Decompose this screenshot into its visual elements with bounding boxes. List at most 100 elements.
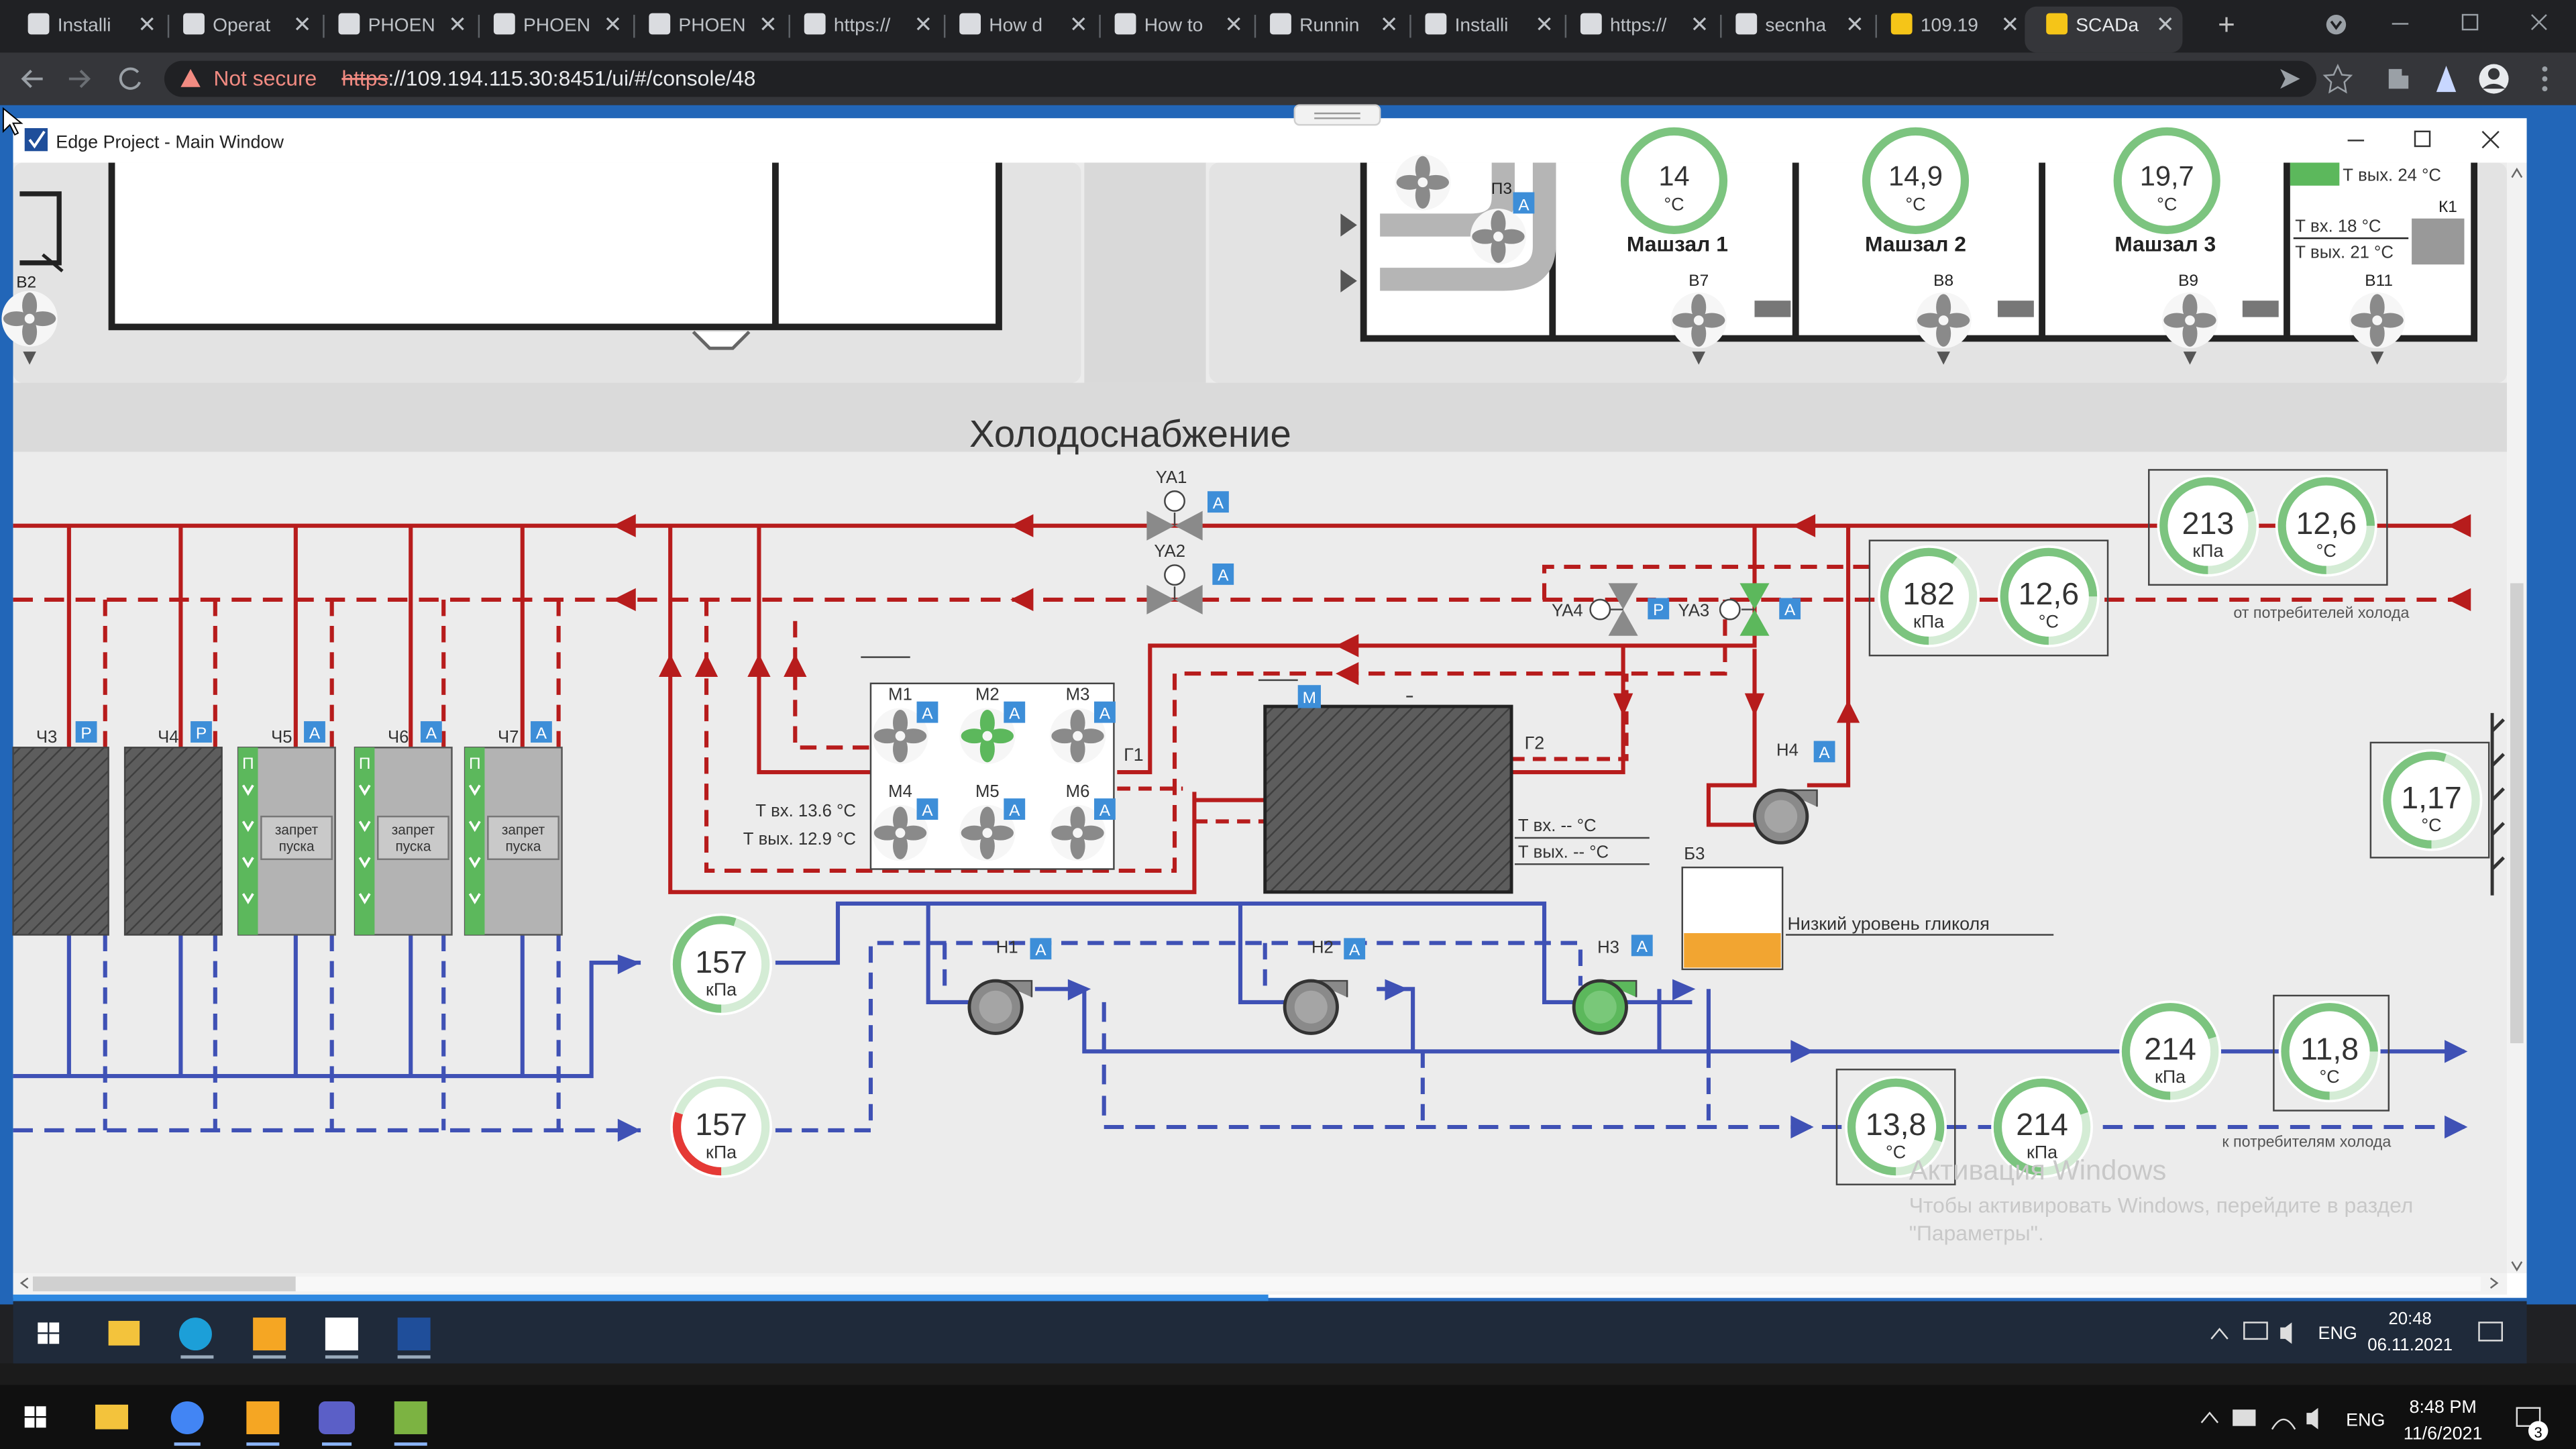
running-letter: П [359,755,371,773]
tab-title: secnha [1765,15,1826,36]
fan-label: М2 [975,685,1000,704]
wifi-icon [28,13,50,35]
mode-badge-text: A [922,704,933,722]
teams-icon[interactable] [319,1401,355,1434]
doc-icon [1735,13,1758,35]
mode-badge-text: P [80,724,91,743]
chiller-label: Ч3 [36,728,57,747]
section-title: Холодоснабжение [969,413,1291,455]
mode-badge-text: A [1819,744,1830,762]
fan-label: М1 [888,685,912,704]
vscada-editor-icon[interactable] [325,1318,358,1351]
host-date[interactable]: 11/6/2021 [2404,1423,2483,1443]
chiller-unit[interactable]: Ч5 A Пзапрет пуска [237,721,336,936]
gauge-value: 157 [695,945,747,979]
loading-bar [13,1294,1269,1301]
gauge-unit: °C [2039,612,2059,632]
fan-icon[interactable] [1395,154,1451,211]
vertical-scrollbar-thumb[interactable] [2510,583,2524,1044]
window-title: Edge Project - Main Window [56,131,284,152]
chrome-icon[interactable] [170,1401,204,1434]
fan-icon[interactable] [2161,292,2218,349]
gauge-value: 13,8 [1866,1107,1927,1142]
url-text[interactable]: https://109.194.115.30:8451/ui/#/console… [341,66,755,90]
new-tab-button[interactable]: + [2218,8,2235,41]
phoenix-icon [183,13,205,35]
tab-title: https:// [834,15,891,36]
notification-count: 3 [2534,1424,2542,1441]
hvac-label: В11 [2365,272,2393,290]
chiller-label: Ч4 [158,728,178,747]
host-scada-icon[interactable] [246,1401,280,1434]
host-time[interactable]: 8:48 PM [2409,1397,2476,1417]
battery-icon[interactable] [2233,1409,2256,1426]
running-letter: П [242,755,254,773]
fan-icon[interactable] [1915,292,1972,349]
horizontal-scrollbar-thumb[interactable] [32,1276,296,1291]
scada-app-icon[interactable] [253,1318,286,1351]
tab-title: How d [989,15,1042,36]
vm-date[interactable]: 06.11.2021 [2367,1336,2453,1354]
host-file-explorer-icon[interactable] [95,1404,129,1430]
gauge-unit: кПа [706,979,737,1000]
hvac-label: К1 [2438,198,2457,216]
gauge: 214кПа [2119,1000,2222,1103]
profile-avatar[interactable] [2479,64,2509,94]
host-lang[interactable]: ENG [2346,1410,2385,1430]
valve-label: YA3 [1678,601,1710,620]
phoenix-icon [493,13,515,35]
mode-badge-text: A [1009,802,1020,820]
gauge-unit: °C [2320,1067,2340,1087]
chiller-unit[interactable]: Ч6 A Пзапрет пуска [354,721,453,936]
fan-icon[interactable] [1470,209,1527,265]
phoenix-icon [338,13,360,35]
hvac-label: В9 [2178,272,2198,290]
valve-label: YA4 [1552,601,1583,620]
app-minimize-icon[interactable] [2347,140,2365,142]
fan-icon[interactable] [1670,292,1727,349]
chiller-unit[interactable]: Ч7 A Пзапрет пуска [464,721,563,936]
edge-browser-icon[interactable] [178,1318,212,1351]
scada-icon [1890,13,1913,35]
tab-separator [167,15,170,38]
phoenix-icon [649,13,671,35]
phoenix-icon [804,13,826,35]
glycol-level-label: Низкий уровень гликоля [1787,914,1989,934]
tab-separator [1720,15,1722,38]
gauge-value: 11,8 [2300,1032,2359,1067]
minimize-icon[interactable] [2392,23,2409,25]
browser-tab[interactable]: SCADa [2025,6,2183,53]
mode-badge-text: P [1653,601,1664,619]
g2-label: Г2 [1525,733,1545,753]
gauge: 12,6°C [1997,545,2100,647]
chiller-unit[interactable]: Ч3 P [12,721,109,936]
hvac-label: В8 [1933,272,1953,290]
vscada-runtime-icon[interactable] [397,1318,431,1351]
fan-icon[interactable] [1,290,58,347]
vm-time[interactable]: 20:48 [2388,1309,2431,1328]
heat-exchanger[interactable] [1263,704,1513,894]
valve-label: YA2 [1154,542,1185,561]
svg-text:A: A [1518,196,1529,214]
hvac-temp-value: 14 [1658,160,1689,192]
tab-search-icon[interactable] [2326,15,2347,35]
hvac-label: Машзал 2 [1865,232,1966,256]
file-explorer-icon[interactable] [108,1320,140,1346]
pump-label: Н4 [1776,741,1799,760]
valve-label: YA1 [1156,468,1187,487]
vm-lang[interactable]: ENG [2318,1323,2357,1343]
tab-separator [1564,15,1567,38]
gauge: 213кПа [2157,474,2259,577]
browser-menu-icon[interactable] [2542,66,2548,92]
chiller-label: Ч6 [388,728,409,747]
hx-tout: Т вых. -- °С [1518,843,1609,861]
chillers: Ч3 P Ч4 P Ч5 A Пзапрет пуска Ч6 A Пзапрет пуска Ч7 A П… [12,721,563,936]
b3-label: Б3 [1684,845,1705,863]
phoenix-icon [1270,13,1291,35]
tab-title: Runnin [1299,15,1359,36]
chiller-unit[interactable]: Ч4 P [123,721,223,936]
fan-icon[interactable] [2349,292,2406,349]
drag-handle-icon[interactable] [1293,104,1381,126]
gauge: 1,17°C [2380,749,2483,851]
host-app-icon[interactable] [394,1401,427,1434]
